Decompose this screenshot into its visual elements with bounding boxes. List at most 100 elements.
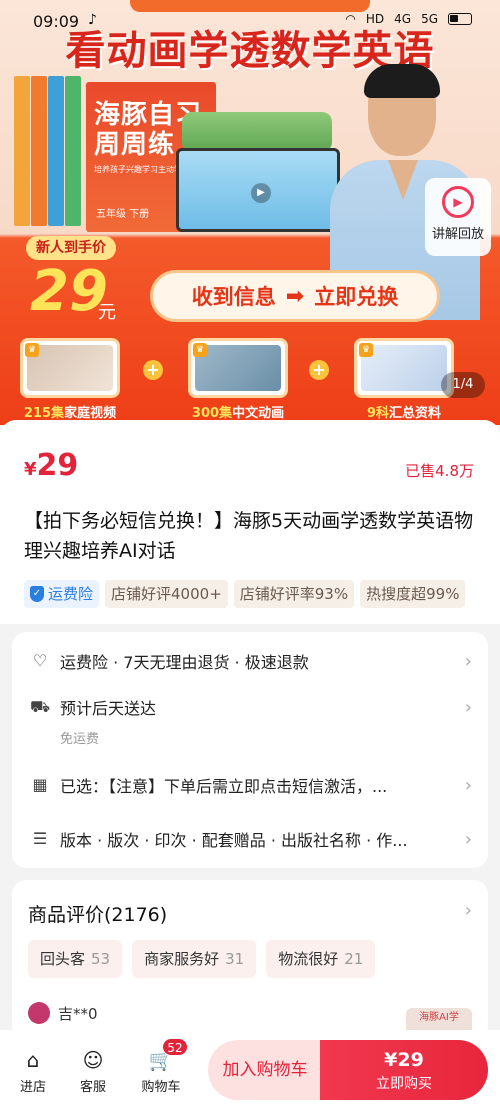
buy-now-button[interactable]: ¥29 立即购买 bbox=[320, 1040, 488, 1100]
gallery-pager: 1/4 bbox=[441, 372, 485, 398]
price-currency: ¥ bbox=[24, 459, 37, 480]
review-tag-label: 商家服务好 bbox=[144, 950, 220, 968]
tag-label: 运费险 bbox=[48, 585, 94, 603]
newcomer-price-unit: 元 bbox=[98, 302, 116, 323]
newcomer-price-tag: 新人到手价 bbox=[26, 236, 116, 260]
newcomer-price: 29 bbox=[30, 259, 108, 324]
feature-label-materials: 9科汇总资料 bbox=[334, 402, 474, 421]
specs-text: 版本 · 版次 · 印次 · 配套赠品 · 出版社名称 · 作... bbox=[60, 831, 408, 850]
product-info-card: ¥29 已售4.8万 【拍下务必短信兑换！】海豚5天动画学透数学英语物理兴趣培养… bbox=[0, 420, 500, 624]
hot-search-tag[interactable]: 热搜度超99% bbox=[360, 580, 466, 608]
feature-thumb-animation: ♛ bbox=[188, 338, 288, 398]
shield-check-icon: ✓ bbox=[30, 586, 44, 602]
review-tag[interactable]: 商家服务好 31 bbox=[132, 940, 257, 978]
buy-now-label: 立即购买 bbox=[376, 1076, 432, 1092]
feature-thumb-materials: ♛ bbox=[354, 338, 454, 398]
store-rate-tag[interactable]: 店铺好评率93% bbox=[233, 580, 355, 608]
service-row-delivery[interactable]: ⛟ 预计后天送达 › bbox=[12, 692, 488, 722]
hd-indicator: HD bbox=[365, 12, 385, 26]
chevron-right-icon: › bbox=[464, 650, 472, 672]
feature-name: 中文动画 bbox=[232, 406, 285, 421]
customer-service-button[interactable]: ☺ 客服 bbox=[66, 1048, 120, 1095]
add-to-cart-button[interactable]: 加入购物车 bbox=[208, 1040, 322, 1100]
chat-icon: ☺ bbox=[82, 1048, 104, 1072]
family-video-thumb bbox=[27, 345, 113, 391]
5g-indicator: 5G bbox=[421, 12, 438, 26]
battery-icon bbox=[448, 13, 472, 25]
hero-banner[interactable]: 看动画学透数学英语 海豚自习周周练 培养孩子兴趣学习主动学 五年级 下册 ▶ ▶… bbox=[0, 0, 500, 425]
chevron-right-icon: › bbox=[464, 774, 472, 796]
play-icon: ▶ bbox=[251, 183, 271, 203]
review-tag-label: 物流很好 bbox=[278, 950, 339, 968]
tiktok-icon: ♪ bbox=[88, 12, 97, 28]
review-title: 商品评价(2176) bbox=[28, 904, 168, 926]
chevron-right-icon[interactable]: › bbox=[465, 900, 472, 921]
replay-button[interactable]: ▶ 讲解回放 bbox=[425, 178, 491, 256]
animation-thumb bbox=[195, 345, 281, 391]
free-shipping-text: 免运费 bbox=[60, 732, 100, 747]
customer-service-label: 客服 bbox=[79, 1080, 106, 1095]
grid-icon: ▦ bbox=[32, 775, 48, 794]
service-card: ♡ 运费险 · 7天无理由退货 · 极速退款 › ⛟ 预计后天送达 › 免运费 … bbox=[12, 632, 488, 868]
chevron-right-icon: › bbox=[464, 828, 472, 850]
bottom-action-bar: ⌂ 进店 ☺ 客服 🛒 购物车 52 加入购物车 ¥29 立即购买 bbox=[0, 1030, 500, 1111]
plus-icon: + bbox=[309, 360, 329, 380]
product-title: 【拍下务必短信兑换！】海豚5天动画学透数学英语物理兴趣培养AI对话 bbox=[24, 510, 474, 562]
shipping-insurance-tag[interactable]: ✓ 运费险 bbox=[24, 580, 100, 608]
heart-shield-icon: ♡ bbox=[32, 651, 48, 670]
feature-name: 汇总资料 bbox=[389, 406, 442, 421]
exchange-right-text: 立即兑换 bbox=[314, 285, 399, 309]
exchange-left-text: 收到信息 bbox=[191, 285, 276, 309]
product-tags: ✓ 运费险 店铺好评4000+ 店铺好评率93% 热搜度超99% bbox=[24, 580, 500, 608]
feature-strip: ♛ + ♛ + ♛ 215集家庭视频 300集中文动画 9科汇总资料 bbox=[0, 338, 500, 422]
book-spine bbox=[65, 76, 81, 226]
review-tag-count: 53 bbox=[91, 950, 111, 968]
store-icon: ⌂ bbox=[26, 1048, 40, 1072]
product-price: ¥29 bbox=[24, 448, 78, 483]
crown-icon: ♛ bbox=[25, 343, 39, 357]
chevron-right-icon: › bbox=[464, 696, 472, 718]
review-tag-count: 21 bbox=[344, 950, 364, 968]
service-row-selected[interactable]: ▦ 已选：【注意】下单后需立即点击短信激活，... › bbox=[12, 770, 488, 800]
review-tag[interactable]: 回头客 53 bbox=[28, 940, 123, 978]
sold-count: 已售4.8万 bbox=[405, 462, 474, 480]
cart-button[interactable]: 🛒 购物车 52 bbox=[134, 1038, 188, 1095]
book-spine bbox=[31, 76, 47, 226]
review-tag[interactable]: 物流很好 21 bbox=[266, 940, 376, 978]
video-preview: ▶ bbox=[176, 148, 340, 232]
feature-count: 215集 bbox=[23, 406, 65, 421]
exchange-banner: 收到信息 ➡ 立即兑换 bbox=[150, 270, 440, 322]
feature-thumb-family-video: ♛ bbox=[20, 338, 120, 398]
plus-icon: + bbox=[143, 360, 163, 380]
wifi-icon: ◠ bbox=[345, 12, 356, 26]
book-spine bbox=[48, 76, 64, 226]
crown-icon: ♛ bbox=[359, 343, 373, 357]
status-bar: 09:09 ♪ ◠ HD 4G 5G bbox=[0, 0, 500, 42]
service-row-guarantee[interactable]: ♡ 运费险 · 7天无理由退货 · 极速退款 › bbox=[12, 646, 488, 676]
replay-label: 讲解回放 bbox=[431, 227, 484, 242]
service-guarantee-text: 运费险 · 7天无理由退货 · 极速退款 bbox=[60, 653, 309, 672]
feature-count: 9科 bbox=[366, 406, 390, 421]
service-row-specs[interactable]: ☰ 版本 · 版次 · 印次 · 配套赠品 · 出版社名称 · 作... › bbox=[12, 824, 488, 854]
review-tags: 回头客 53 商家服务好 31 物流很好 21 bbox=[28, 940, 376, 978]
cart-count-badge: 52 bbox=[162, 1038, 188, 1056]
arrow-right-icon: ➡ bbox=[285, 283, 305, 309]
price-value: 29 bbox=[36, 448, 79, 483]
book-grade: 五年级 下册 bbox=[96, 209, 150, 220]
status-indicators: ◠ HD 4G 5G bbox=[345, 12, 472, 26]
clipboard-icon: ☰ bbox=[32, 829, 48, 848]
book-spine bbox=[14, 76, 30, 226]
shop-button[interactable]: ⌂ 进店 bbox=[6, 1048, 60, 1095]
buy-now-price: ¥29 bbox=[384, 1049, 424, 1071]
reviewer: 吉**0 bbox=[28, 1002, 98, 1024]
cart-label: 购物车 bbox=[141, 1080, 181, 1095]
review-card[interactable]: 商品评价(2176) › 回头客 53 商家服务好 31 物流很好 21 吉**0 海… bbox=[12, 880, 488, 1040]
reviewer-name: 吉**0 bbox=[58, 1004, 98, 1023]
truck-icon: ⛟ bbox=[30, 697, 51, 716]
review-tag-label: 回头客 bbox=[40, 950, 86, 968]
avatar bbox=[28, 1002, 50, 1024]
feature-name: 家庭视频 bbox=[64, 406, 117, 421]
crown-icon: ♛ bbox=[193, 343, 207, 357]
4g-indicator: 4G bbox=[394, 12, 412, 26]
store-rating-tag[interactable]: 店铺好评4000+ bbox=[105, 580, 228, 608]
